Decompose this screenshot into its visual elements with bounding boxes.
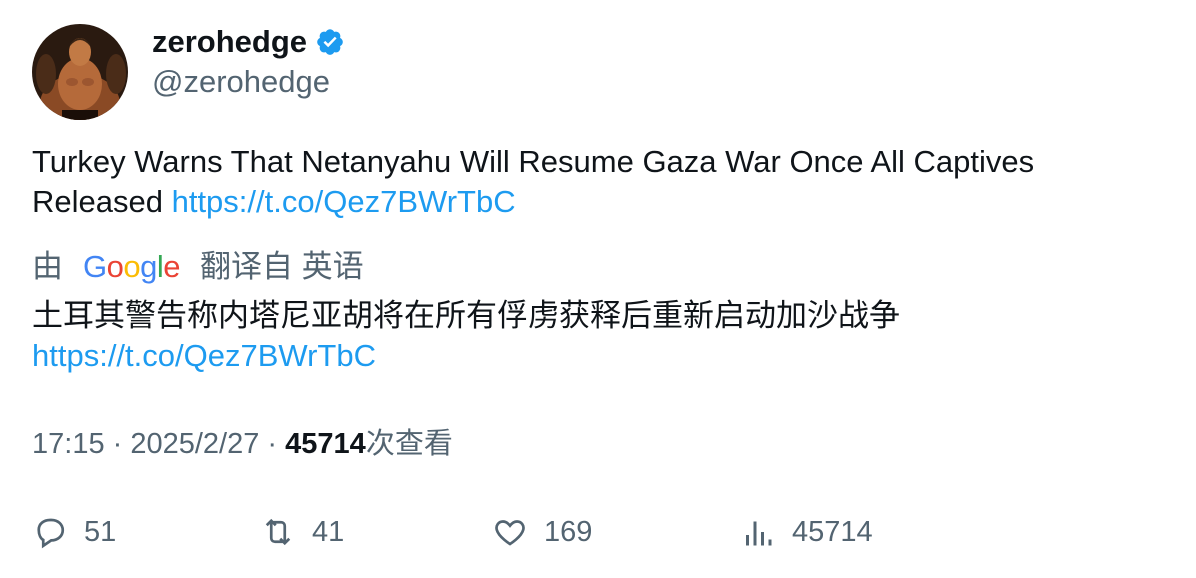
author-handle[interactable]: @zerohedge xyxy=(152,62,330,102)
translated-text: 土耳其警告称内塔尼亚胡将在所有俘虏获释后重新启动加沙战争 https://t.c… xyxy=(32,296,1152,376)
tweet-meta: 17:15 · 2025/2/27 · 45714次查看 xyxy=(32,424,453,464)
reply-count: 51 xyxy=(84,515,117,548)
tweet-date[interactable]: 2025/2/27 xyxy=(130,428,259,460)
reply-icon xyxy=(37,518,65,549)
reply-button[interactable]: 51 xyxy=(32,510,116,554)
retweet-icon xyxy=(265,518,291,546)
verified-badge-icon xyxy=(317,29,343,55)
tweet-time[interactable]: 17:15 xyxy=(32,428,105,460)
views-button[interactable]: 45714 xyxy=(740,510,873,554)
like-count: 169 xyxy=(544,515,593,548)
meta-separator-2: · xyxy=(259,428,286,460)
views-count: 45714 xyxy=(285,428,366,460)
google-logo[interactable]: Google xyxy=(83,247,181,287)
heart-icon xyxy=(495,520,525,546)
translation-suffix: 翻译自 英语 xyxy=(200,249,364,284)
tweet-text: Turkey Warns That Netanyahu Will Resume … xyxy=(32,142,1152,222)
avatar-image xyxy=(32,24,128,120)
translated-body: 土耳其警告称内塔尼亚胡将在所有俘虏获释后重新启动加沙战争 xyxy=(32,298,900,333)
translated-link[interactable]: https://t.co/Qez7BWrTbC xyxy=(32,338,376,373)
views-label: 次查看 xyxy=(365,428,453,460)
author-display-name[interactable]: zerohedge xyxy=(152,22,307,62)
translation-prefix: 由 xyxy=(32,249,63,284)
author-name-row[interactable]: zerohedge xyxy=(152,22,345,62)
like-button[interactable]: 169 xyxy=(492,510,592,554)
translation-attribution: 由 Google 翻译自 英语 xyxy=(32,247,364,287)
meta-separator: · xyxy=(104,428,131,460)
tweet-link[interactable]: https://t.co/Qez7BWrTbC xyxy=(172,184,516,219)
retweet-count: 41 xyxy=(312,515,345,548)
retweet-button[interactable]: 41 xyxy=(260,510,344,554)
author-avatar[interactable] xyxy=(32,24,128,120)
analytics-icon xyxy=(746,521,772,546)
views-action-count: 45714 xyxy=(792,515,873,548)
action-bar: 51 41 169 45714 xyxy=(32,510,1172,554)
